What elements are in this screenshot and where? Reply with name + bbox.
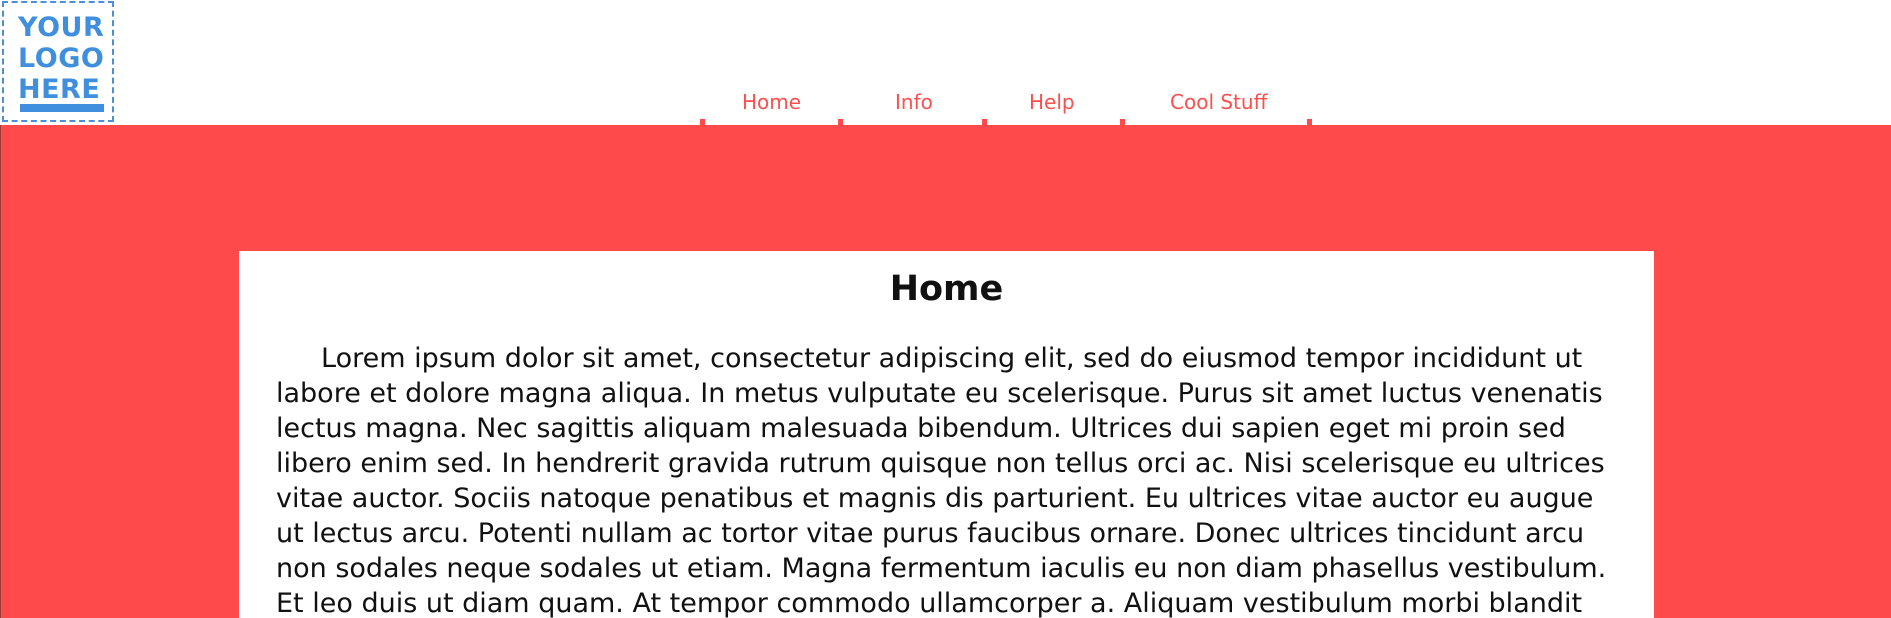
nav-link-info[interactable]: Info: [895, 87, 933, 117]
content-card: Home Lorem ipsum dolor sit amet, consect…: [239, 251, 1654, 618]
nav-link-home[interactable]: Home: [742, 87, 801, 117]
nav-link-cool-stuff[interactable]: Cool Stuff: [1170, 87, 1267, 117]
logo-line-your: YOUR: [18, 12, 105, 43]
page-title: Home: [889, 269, 1004, 309]
body-paragraph: Lorem ipsum dolor sit amet, consectetur …: [276, 343, 1607, 618]
main-navigation: Home Info Help Cool Stuff: [0, 87, 1891, 117]
logo-line-logo: LOGO: [18, 43, 105, 74]
website-page: YOUR LOGO HERE Home Info Help Cool Stuff…: [0, 0, 1891, 618]
nav-link-help[interactable]: Help: [1029, 87, 1075, 117]
site-header: YOUR LOGO HERE Home Info Help Cool Stuff: [0, 0, 1891, 125]
